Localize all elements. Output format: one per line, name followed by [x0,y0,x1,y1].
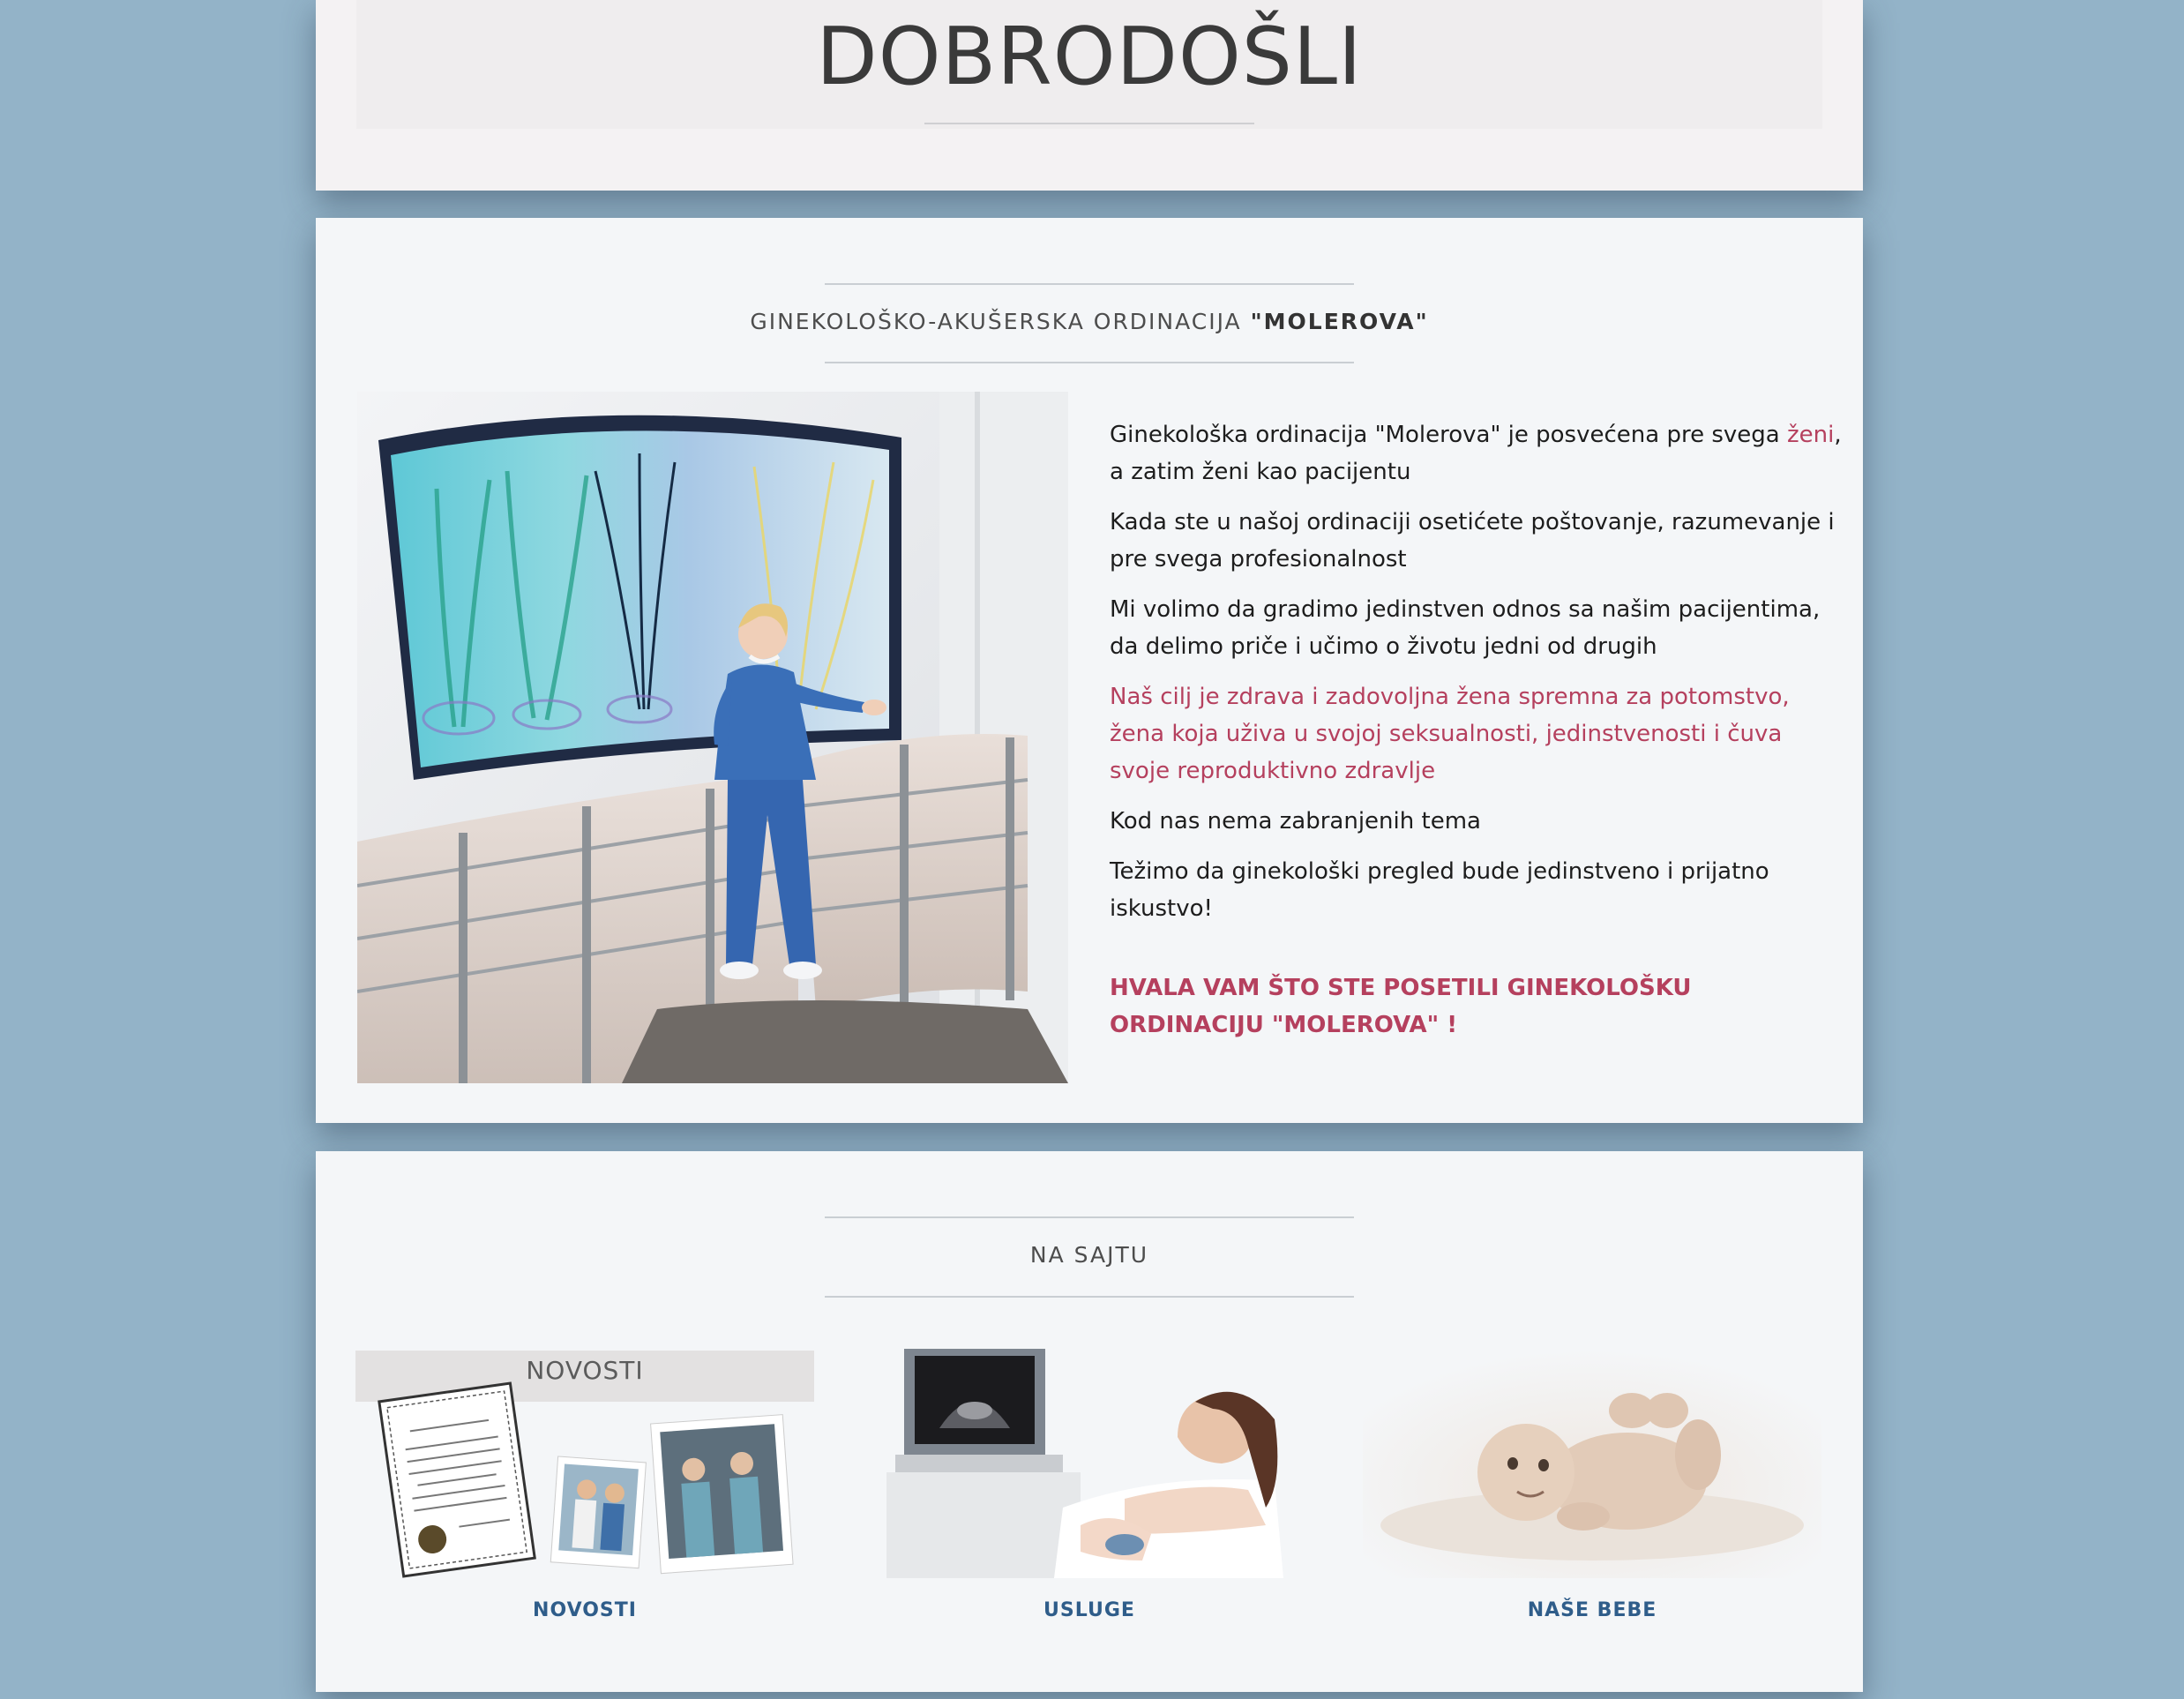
about-paragraph: Težimo da ginekološki pregled bude jedin… [1110,858,1769,922]
heading-divider-top [825,1216,1354,1218]
news-tile-image[interactable]: NOVOSTI [355,1349,814,1578]
heading-divider-top [825,283,1354,285]
about-text: Ginekološka ordinacija "Molerova" je pos… [1110,416,1842,1057]
about-p1-start: Ginekološka ordinacija "Molerova" je pos… [1110,422,1787,448]
about-heading-name: "MOLEROVA" [1250,309,1429,334]
about-paragraph: Ginekološka ordinacija "Molerova" je pos… [1110,416,1842,490]
welcome-banner: DOBRODOŠLI [316,0,1863,191]
about-heading: GINEKOLOŠKO-AKUŠERSKA ORDINACIJA "MOLERO… [316,309,1863,334]
heading-divider-bottom [825,1296,1354,1298]
welcome-title: DOBRODOŠLI [816,11,1363,103]
services-tile-image[interactable] [860,1349,1319,1578]
about-goal-paragraph: Naš cilj je zdrava i zadovoljna žena spr… [1110,684,1790,784]
heading-divider-bottom [825,362,1354,363]
site-links-section: NA SAJTU NOVOSTI NOVOSTI USLUGE NAŠE BEB… [316,1151,1863,1692]
site-heading: NA SAJTU [1029,1242,1149,1268]
babies-tile-image[interactable] [1363,1349,1821,1578]
babies-link[interactable]: NAŠE BEBE [1363,1599,1821,1621]
news-tile-banner: NOVOSTI [526,1356,644,1385]
about-closing-text: HVALA VAM ŠTO STE POSETILI GINEKOLOŠKU O… [1110,975,1692,1038]
about-heading-prefix: GINEKOLOŠKO-AKUŠERSKA ORDINACIJA [750,309,1251,334]
zeni-link[interactable]: ženi [1787,422,1834,448]
doctor-photo [357,392,1068,1083]
about-section: GINEKOLOŠKO-AKUŠERSKA ORDINACIJA "MOLERO… [316,218,1863,1123]
about-paragraph: Kada ste u našoj ordinaciji osetićete po… [1110,509,1835,573]
about-paragraph: Mi volimo da gradimo jedinstven odnos sa… [1110,596,1821,660]
welcome-banner-inner: DOBRODOŠLI [356,0,1822,129]
welcome-divider [924,123,1254,124]
about-paragraph: Kod nas nema zabranjenih tema [1110,808,1481,835]
news-link[interactable]: NOVOSTI [355,1599,814,1621]
services-link[interactable]: USLUGE [860,1599,1319,1621]
